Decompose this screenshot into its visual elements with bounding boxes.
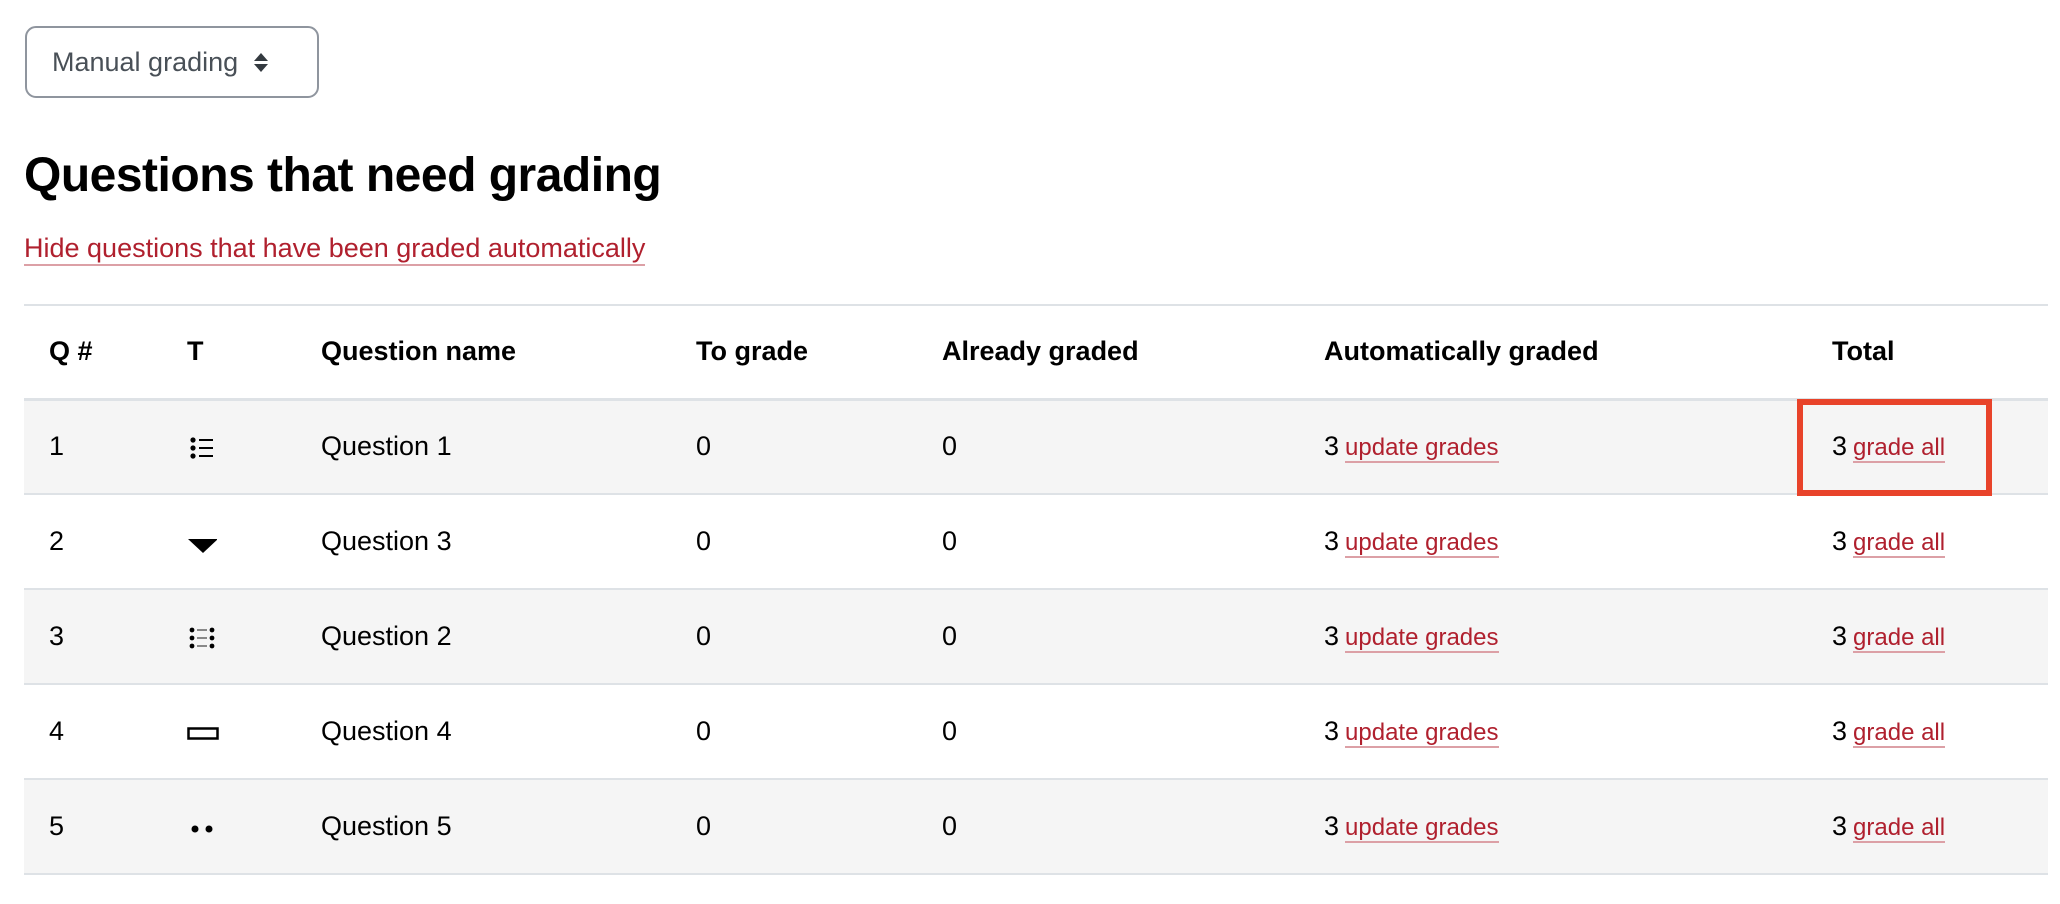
total-count: 3 [1832, 621, 1848, 651]
hide-auto-graded-link[interactable]: Hide questions that have been graded aut… [24, 232, 646, 266]
question-name: Question 2 [321, 621, 452, 651]
update-grades-link[interactable]: update grades [1345, 719, 1499, 748]
to-grade-count: 0 [696, 431, 712, 462]
matching-icon [187, 624, 217, 652]
select-missing-words-icon [187, 529, 218, 557]
col-auto-graded: Automatically graded [1324, 336, 1599, 367]
update-grades-link[interactable]: update grades [1345, 529, 1499, 558]
short-answer-icon [187, 719, 219, 747]
page-title: Questions that need grading [24, 149, 662, 202]
q-number: 3 [49, 621, 65, 651]
already-graded-count: 0 [942, 811, 958, 841]
auto-graded-count: 3 [1324, 716, 1340, 746]
table-header-row: Q # T Question name To grade Already gra… [24, 305, 2048, 399]
true-false-icon [187, 814, 217, 842]
col-already-graded: Already graded [942, 336, 1139, 367]
table-row: 4 Question 4 0 0 3 update grades 3 grade a… [24, 684, 2048, 779]
update-grades-link[interactable]: update grades [1345, 434, 1499, 464]
already-graded-count: 0 [942, 526, 958, 556]
to-grade-count: 0 [696, 716, 712, 746]
grade-all-link[interactable]: grade all [1853, 529, 1946, 558]
to-grade-count: 0 [696, 621, 712, 651]
col-total: Total [1832, 336, 1895, 367]
table-row: 1 Question 1 0 0 3 update grades 3 grade a… [24, 398, 2048, 496]
to-grade-count: 0 [696, 811, 712, 841]
grade-all-link[interactable]: grade all [1853, 814, 1946, 843]
q-number: 2 [49, 526, 65, 556]
to-grade-count: 0 [696, 526, 712, 556]
sort-arrows-icon [254, 52, 269, 72]
auto-graded-count: 3 [1324, 431, 1340, 462]
total-count: 3 [1832, 716, 1848, 746]
q-number: 4 [49, 716, 65, 746]
grade-all-link[interactable]: grade all [1853, 624, 1946, 653]
select-value: Manual grading [52, 46, 239, 77]
question-name: Question 1 [321, 431, 452, 462]
question-name: Question 4 [321, 716, 452, 746]
table-row: 3 Question 2 0 0 3 update grades 3 grade a… [24, 589, 2048, 684]
already-graded-count: 0 [942, 716, 958, 746]
table-row: 2 Question 3 0 0 3 update grades 3 grade a… [24, 494, 2048, 589]
question-name: Question 3 [321, 526, 452, 556]
grade-all-link[interactable]: grade all [1853, 719, 1946, 748]
multiple-choice-icon [187, 434, 217, 462]
auto-graded-count: 3 [1324, 621, 1340, 651]
auto-graded-count: 3 [1324, 811, 1340, 841]
q-number: 5 [49, 811, 65, 841]
grading-table: Q # T Question name To grade Already gra… [24, 304, 2048, 875]
table-row: 5 Question 5 0 0 3 update grades 3 grade a… [24, 779, 2048, 874]
update-grades-link[interactable]: update grades [1345, 624, 1499, 653]
total-count: 3 [1832, 811, 1848, 841]
report-mode-select[interactable]: Manual grading [25, 26, 319, 98]
col-type: T [187, 336, 204, 367]
col-to-grade: To grade [696, 336, 809, 367]
q-number: 1 [49, 431, 65, 462]
highlight-box [1797, 398, 1992, 496]
col-name: Question name [321, 336, 517, 367]
update-grades-link[interactable]: update grades [1345, 814, 1499, 843]
already-graded-count: 0 [942, 621, 958, 651]
question-name: Question 5 [321, 811, 452, 841]
auto-graded-count: 3 [1324, 526, 1340, 556]
total-count: 3 [1832, 526, 1848, 556]
already-graded-count: 0 [942, 431, 958, 462]
col-qnum: Q # [49, 336, 93, 367]
